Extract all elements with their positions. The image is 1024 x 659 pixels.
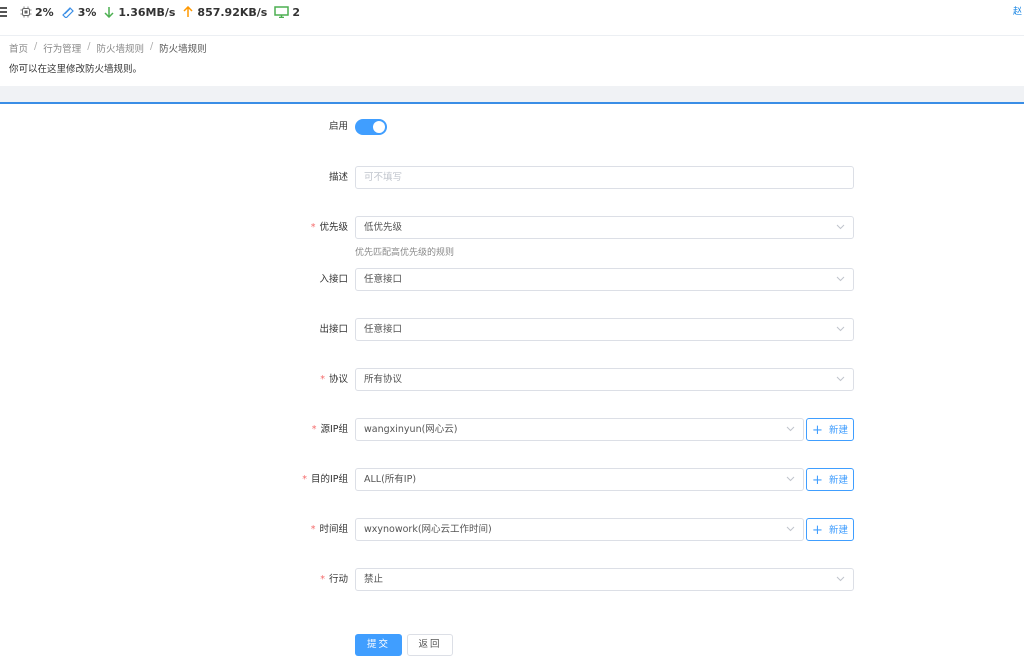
time-new-button[interactable]: + 新建	[806, 518, 854, 541]
submit-button[interactable]: 提交	[355, 634, 402, 656]
breadcrumb-separator: /	[87, 41, 91, 52]
cpu-stat: 2%	[20, 6, 54, 19]
memory-icon	[61, 7, 74, 18]
accent-line	[0, 102, 1024, 104]
src-ip-new-button[interactable]: + 新建	[806, 418, 854, 441]
time-row: * 时间组 wxynowork(网心云工作时间) + 新建	[0, 518, 1024, 542]
chevron-down-icon	[836, 276, 845, 282]
cpu-icon	[20, 6, 32, 18]
breadcrumb: 首页 / 行为管理 / 防火墙规则 / 防火墙规则	[9, 41, 207, 55]
devices-value: 2	[292, 5, 300, 19]
priority-select[interactable]: 低优先级	[355, 216, 854, 239]
out-iface-label: 出接口	[319, 324, 348, 335]
dst-ip-label: * 目的IP组	[302, 474, 348, 485]
chevron-down-icon	[836, 576, 845, 582]
dst-ip-value: ALL(所有IP)	[364, 474, 417, 485]
in-iface-select[interactable]: 任意接口	[355, 268, 854, 291]
protocol-select[interactable]: 所有协议	[355, 368, 854, 391]
memory-stat: 3%	[61, 5, 97, 19]
breadcrumb-separator: /	[34, 41, 38, 52]
desc-input[interactable]: 可不填写	[355, 166, 854, 189]
desc-label: 描述	[328, 172, 348, 183]
chevron-down-icon	[836, 224, 845, 230]
dst-ip-new-button[interactable]: + 新建	[806, 468, 854, 491]
out-iface-row: 出接口 任意接口	[0, 318, 1024, 342]
enable-label: 启用	[328, 121, 348, 132]
in-iface-row: 入接口 任意接口	[0, 268, 1024, 292]
breadcrumb-home[interactable]: 首页	[9, 41, 28, 55]
menu-icon[interactable]	[0, 7, 10, 17]
time-value: wxynowork(网心云工作时间)	[364, 524, 492, 535]
plus-icon: +	[812, 523, 823, 538]
dst-ip-select[interactable]: ALL(所有IP)	[355, 468, 804, 491]
src-ip-value: wangxinyun(网心云)	[364, 424, 458, 435]
enable-row: 启用	[0, 115, 1024, 139]
cpu-value: 2%	[35, 5, 54, 19]
breadcrumb-current: 防火墙规则	[159, 44, 207, 55]
enable-switch[interactable]	[355, 119, 387, 135]
download-value: 1.36MB/s	[118, 5, 176, 19]
arrow-up-icon	[183, 6, 193, 17]
header-band	[0, 86, 1024, 102]
chevron-down-icon	[836, 376, 845, 382]
upload-stat: 857.92KB/s	[182, 6, 267, 19]
time-label: * 时间组	[310, 524, 348, 535]
desc-row: 描述 可不填写	[0, 166, 1024, 190]
protocol-row: * 协议 所有协议	[0, 368, 1024, 392]
plus-icon: +	[812, 473, 823, 488]
priority-hint: 优先匹配高优先级的规则	[355, 248, 455, 258]
protocol-value: 所有协议	[364, 374, 403, 385]
in-iface-label: 入接口	[319, 274, 348, 285]
dst-ip-row: * 目的IP组 ALL(所有IP) + 新建	[0, 468, 1024, 492]
breadcrumb-behavior[interactable]: 行为管理	[43, 41, 81, 55]
user-link[interactable]: 赵	[1013, 4, 1022, 17]
src-ip-label: * 源IP组	[311, 424, 348, 435]
src-ip-select[interactable]: wangxinyun(网心云)	[355, 418, 804, 441]
priority-row: * 优先级 低优先级	[0, 216, 1024, 240]
priority-label: * 优先级	[310, 222, 348, 233]
action-value: 禁止	[364, 574, 384, 585]
action-select[interactable]: 禁止	[355, 568, 854, 591]
out-iface-value: 任意接口	[364, 324, 403, 335]
chevron-down-icon	[836, 326, 845, 332]
memory-value: 3%	[77, 5, 97, 19]
devices-stat: 2	[274, 6, 300, 19]
arrow-down-icon	[104, 7, 114, 18]
status-bar: 2% 3% 1.36MB/s 857.92KB/s 2 赵	[0, 0, 1024, 24]
breadcrumb-separator: /	[149, 41, 154, 52]
chevron-down-icon	[786, 526, 795, 532]
back-button[interactable]: 返回	[407, 634, 453, 656]
page-description: 你可以在这里修改防火墙规则。	[9, 64, 143, 75]
plus-icon: +	[812, 423, 823, 438]
breadcrumb-firewall[interactable]: 防火墙规则	[96, 41, 144, 55]
monitor-icon	[274, 6, 290, 18]
chevron-down-icon	[786, 476, 795, 482]
out-iface-select[interactable]: 任意接口	[355, 318, 854, 341]
divider	[0, 35, 1024, 36]
chevron-down-icon	[786, 426, 795, 432]
priority-value: 低优先级	[364, 222, 403, 233]
protocol-label: * 协议	[320, 374, 348, 385]
action-row: * 行动 禁止	[0, 568, 1024, 592]
time-select[interactable]: wxynowork(网心云工作时间)	[355, 518, 804, 541]
action-label: * 行动	[320, 574, 348, 585]
in-iface-value: 任意接口	[364, 274, 403, 285]
upload-value: 857.92KB/s	[197, 5, 268, 19]
download-stat: 1.36MB/s	[103, 6, 175, 19]
src-ip-row: * 源IP组 wangxinyun(网心云) + 新建	[0, 418, 1024, 442]
